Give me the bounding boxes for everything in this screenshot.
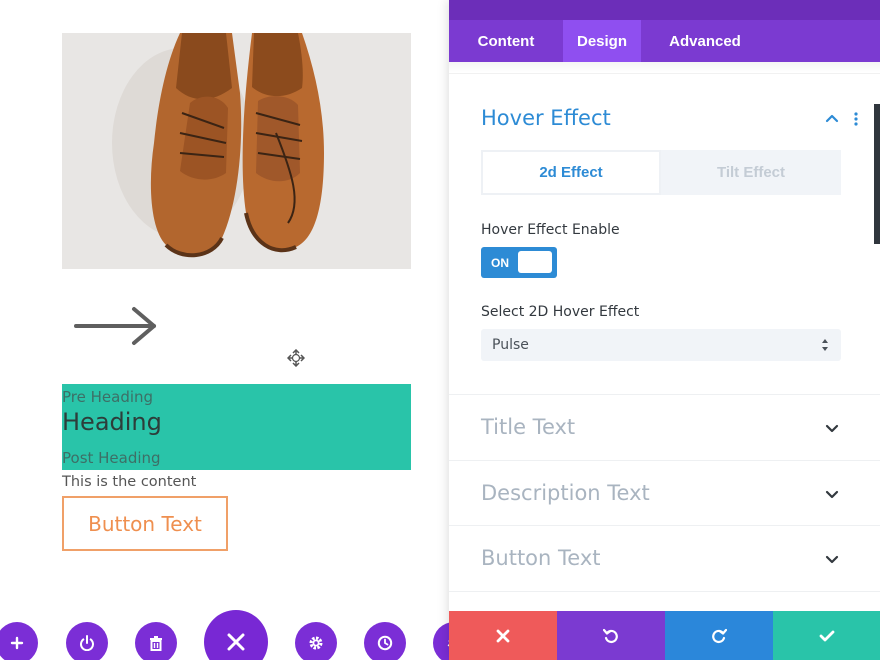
gear-icon — [309, 636, 323, 650]
hover-enable-label: Hover Effect Enable — [481, 222, 620, 238]
save-check-icon — [819, 630, 834, 641]
shoes-image[interactable] — [62, 33, 411, 269]
discard-button[interactable] — [449, 611, 557, 660]
add-button[interactable] — [0, 622, 38, 660]
chevron-down-icon[interactable] — [825, 490, 839, 500]
chevron-down-icon[interactable] — [825, 424, 839, 434]
add-icon — [10, 636, 24, 650]
panel-footer — [449, 611, 880, 660]
toggle-knob — [518, 251, 552, 273]
panel-header[interactable] — [449, 0, 880, 20]
arrow-right-icon — [74, 307, 156, 345]
divider — [449, 525, 880, 526]
button-text-section[interactable]: Button Text — [481, 546, 601, 570]
heading-module[interactable]: Pre Heading Heading Post Heading — [62, 384, 411, 470]
tab-design[interactable]: Design — [563, 20, 641, 62]
tab-advanced[interactable]: Advanced — [641, 20, 769, 62]
page-settings-button[interactable] — [295, 622, 337, 660]
effect-type-tabs: 2d Effect Tilt Effect — [481, 150, 841, 195]
chevron-down-icon[interactable] — [825, 555, 839, 565]
discard-icon — [496, 629, 510, 642]
close-builder-button[interactable] — [204, 610, 268, 660]
disable-button[interactable] — [66, 622, 108, 660]
toggle-state-label: ON — [491, 256, 509, 270]
hover-enable-toggle[interactable]: ON — [481, 247, 557, 278]
divider — [449, 591, 880, 592]
hover-effect-select[interactable]: Pulse — [481, 329, 841, 361]
pre-heading: Pre Heading — [62, 388, 154, 406]
redo-icon — [712, 628, 727, 643]
redo-button[interactable] — [665, 611, 773, 660]
tab-content[interactable]: Content — [449, 20, 563, 62]
save-button[interactable] — [773, 611, 880, 660]
tab-tilt-effect[interactable]: Tilt Effect — [661, 150, 841, 195]
panel-scrollbar[interactable] — [874, 104, 880, 244]
module-settings-panel: Content Design Advanced Hover Effect 2d … — [449, 0, 880, 660]
cta-button[interactable]: Button Text — [62, 496, 228, 551]
content-text: This is the content — [62, 474, 197, 490]
post-heading: Post Heading — [62, 449, 161, 467]
more-options-icon[interactable] — [853, 111, 859, 127]
undo-icon — [603, 628, 618, 643]
select-value: Pulse — [492, 337, 529, 353]
close-icon — [227, 633, 245, 651]
trash-icon — [150, 636, 162, 651]
chevron-up-icon[interactable] — [825, 113, 839, 123]
power-icon — [80, 635, 94, 651]
move-icon[interactable] — [287, 349, 305, 367]
hover-effect-section-title[interactable]: Hover Effect — [481, 106, 611, 130]
builder-preview: Pre Heading Heading Post Heading This is… — [0, 0, 475, 660]
undo-button[interactable] — [557, 611, 665, 660]
delete-button[interactable] — [135, 622, 177, 660]
select-hover-label: Select 2D Hover Effect — [481, 304, 640, 320]
title-text-section[interactable]: Title Text — [481, 415, 575, 439]
divider — [449, 460, 880, 461]
tabs-divider — [449, 62, 880, 74]
tab-2d-effect[interactable]: 2d Effect — [481, 150, 661, 195]
history-button[interactable] — [364, 622, 406, 660]
select-arrows-icon — [822, 339, 828, 351]
heading: Heading — [62, 408, 162, 436]
settings-tabs: Content Design Advanced — [449, 20, 880, 62]
description-text-section[interactable]: Description Text — [481, 481, 650, 505]
divider — [449, 394, 880, 395]
history-icon — [377, 635, 393, 651]
